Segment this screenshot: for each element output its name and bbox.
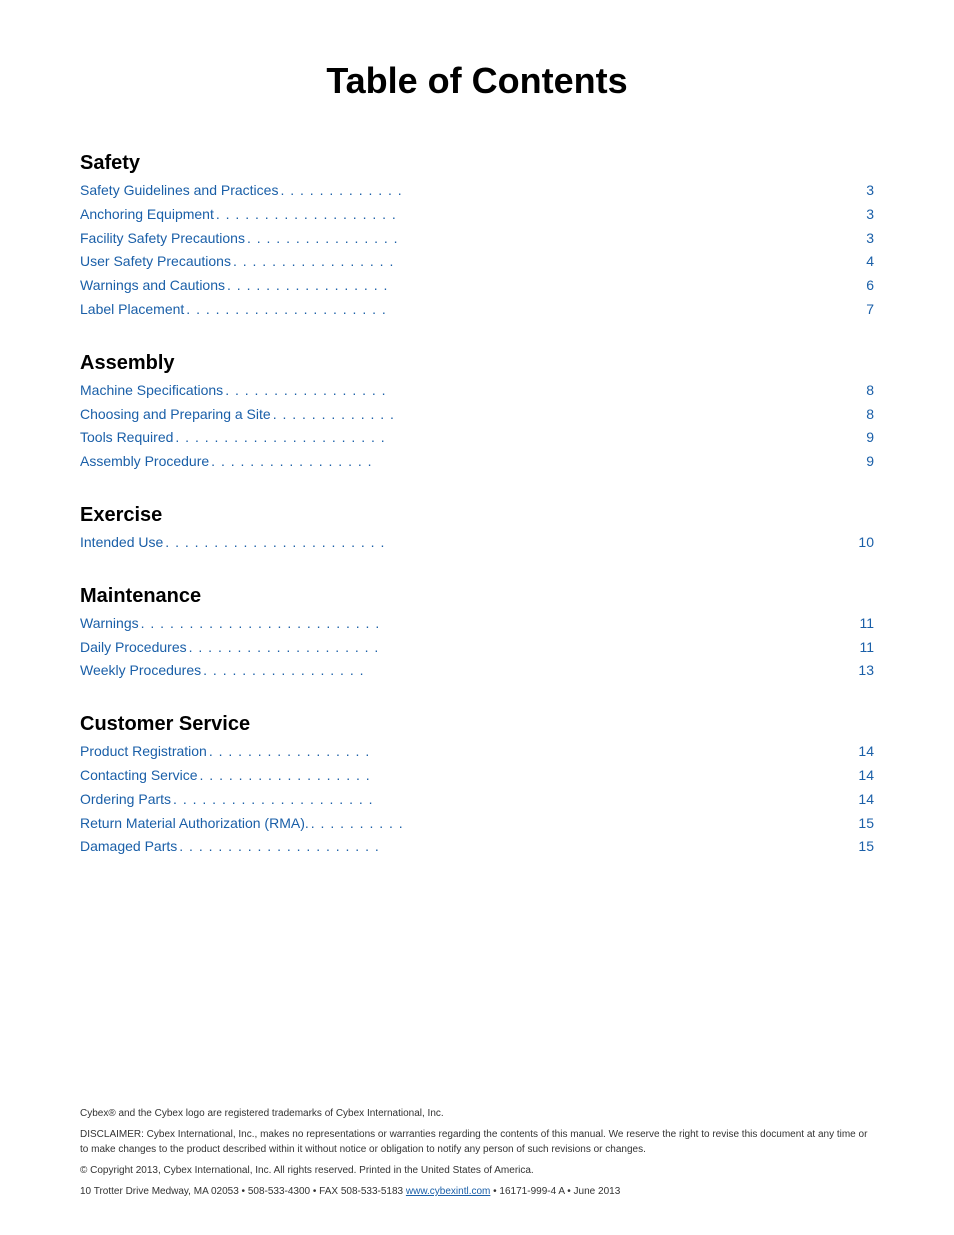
toc-dots: . . . . . . . . . . . . . . . . [247, 227, 864, 251]
footer-disclaimer: DISCLAIMER: Cybex International, Inc., m… [80, 1127, 874, 1157]
toc-page-number: 6 [866, 274, 874, 298]
toc-dots: . . . . . . . . . . . . . . . . . [225, 379, 864, 403]
toc-dots: . . . . . . . . . . . . . . . . . . . . … [179, 835, 856, 859]
footer-copyright: © Copyright 2013, Cybex International, I… [80, 1163, 874, 1178]
footer-address-prefix: 10 Trotter Drive Medway, MA 02053 • 508-… [80, 1186, 406, 1197]
toc-entry-text: Warnings [80, 612, 139, 636]
toc-page-number: 4 [866, 250, 874, 274]
toc-entry[interactable]: Weekly Procedures . . . . . . . . . . . … [80, 659, 874, 683]
toc-entry[interactable]: Product Registration . . . . . . . . . .… [80, 740, 874, 764]
toc-entry[interactable]: Damaged Parts . . . . . . . . . . . . . … [80, 835, 874, 859]
toc-entry[interactable]: Ordering Parts . . . . . . . . . . . . .… [80, 788, 874, 812]
page: Table of Contents Safety Safety Guideline… [0, 0, 954, 1235]
toc-entry-text: Daily Procedures [80, 636, 187, 660]
toc-dots: . . . . . . . . . . . . . . . . . [209, 740, 857, 764]
toc-entry[interactable]: Machine Specifications . . . . . . . . .… [80, 379, 874, 403]
section-maintenance: Maintenance Warnings . . . . . . . . . . … [80, 585, 874, 683]
section-safety: Safety Safety Guidelines and Practices . … [80, 152, 874, 322]
toc-entry-text: Choosing and Preparing a Site [80, 403, 271, 427]
toc-entry-text: Tools Required [80, 426, 173, 450]
toc-page-number: 14 [858, 764, 874, 788]
toc-page-number: 8 [866, 379, 874, 403]
toc-page-number: 11 [859, 636, 874, 660]
toc-entry-text: User Safety Precautions [80, 250, 231, 274]
toc-entry[interactable]: Safety Guidelines and Practices . . . . … [80, 179, 874, 203]
toc-dots: . . . . . . . . . . . . . . . . . [211, 450, 864, 474]
toc-entry-text: Intended Use [80, 531, 163, 555]
section-heading-exercise: Exercise [80, 504, 874, 527]
section-heading-safety: Safety [80, 152, 874, 175]
footer-address: 10 Trotter Drive Medway, MA 02053 • 508-… [80, 1184, 874, 1199]
section-assembly: Assembly Machine Specifications . . . . .… [80, 352, 874, 474]
toc-page-number: 7 [866, 298, 874, 322]
toc-entry[interactable]: Anchoring Equipment . . . . . . . . . . … [80, 203, 874, 227]
section-customer-service: Customer Service Product Registration . .… [80, 713, 874, 859]
toc-entry[interactable]: Return Material Authorization (RMA). . .… [80, 812, 874, 836]
toc-page-number: 15 [858, 812, 874, 836]
toc-page-number: 3 [866, 227, 874, 251]
toc-page-number: 9 [866, 450, 874, 474]
toc-entry[interactable]: Assembly Procedure . . . . . . . . . . .… [80, 450, 874, 474]
toc-entry-text: Weekly Procedures [80, 659, 201, 683]
toc-container: Safety Safety Guidelines and Practices . … [80, 152, 874, 859]
toc-entry[interactable]: User Safety Precautions . . . . . . . . … [80, 250, 874, 274]
toc-page-number: 15 [858, 835, 874, 859]
toc-dots: . . . . . . . . . . . . . [280, 179, 864, 203]
toc-dots: . . . . . . . . . . [311, 812, 857, 836]
toc-entry-text: Safety Guidelines and Practices [80, 179, 278, 203]
section-heading-maintenance: Maintenance [80, 585, 874, 608]
toc-entry-text: Damaged Parts [80, 835, 177, 859]
toc-page-number: 13 [858, 659, 874, 683]
toc-entry[interactable]: Daily Procedures . . . . . . . . . . . .… [80, 636, 874, 660]
toc-page-number: 10 [858, 531, 874, 555]
toc-dots: . . . . . . . . . . . . . . . . . . . [216, 203, 864, 227]
toc-dots: . . . . . . . . . . . . . . . . . . . . … [165, 531, 856, 555]
toc-entry-text: Ordering Parts [80, 788, 171, 812]
toc-entry[interactable]: Warnings and Cautions . . . . . . . . . … [80, 274, 874, 298]
section-heading-customer-service: Customer Service [80, 713, 874, 736]
footer: Cybex® and the Cybex logo are registered… [80, 1106, 874, 1205]
toc-entry-text: Assembly Procedure [80, 450, 209, 474]
toc-dots: . . . . . . . . . . . . . . . . . . [200, 764, 857, 788]
footer-website-link[interactable]: www.cybexintl.com [406, 1186, 490, 1197]
section-exercise: Exercise Intended Use . . . . . . . . . .… [80, 504, 874, 555]
toc-dots: . . . . . . . . . . . . . . . . . [227, 274, 864, 298]
toc-page-number: 11 [859, 612, 874, 636]
toc-dots: . . . . . . . . . . . . . . . . . . . . … [186, 298, 864, 322]
toc-dots: . . . . . . . . . . . . . [273, 403, 865, 427]
toc-entry[interactable]: Contacting Service . . . . . . . . . . .… [80, 764, 874, 788]
toc-page-number: 14 [858, 740, 874, 764]
toc-entry-text: Product Registration [80, 740, 207, 764]
toc-entry[interactable]: Label Placement . . . . . . . . . . . . … [80, 298, 874, 322]
toc-dots: . . . . . . . . . . . . . . . . . [203, 659, 856, 683]
toc-dots: . . . . . . . . . . . . . . . . . . . . … [173, 788, 856, 812]
toc-entry-text: Warnings and Cautions [80, 274, 225, 298]
toc-entry-text: Contacting Service [80, 764, 198, 788]
toc-entry-text: Machine Specifications [80, 379, 223, 403]
toc-entry[interactable]: Intended Use . . . . . . . . . . . . . .… [80, 531, 874, 555]
toc-entry[interactable]: Warnings . . . . . . . . . . . . . . . .… [80, 612, 874, 636]
toc-dots: . . . . . . . . . . . . . . . . . . . . [189, 636, 858, 660]
toc-page-number: 8 [866, 403, 874, 427]
toc-entry-text: Facility Safety Precautions [80, 227, 245, 251]
footer-trademark: Cybex® and the Cybex logo are registered… [80, 1106, 874, 1121]
toc-entry[interactable]: Choosing and Preparing a Site . . . . . … [80, 403, 874, 427]
toc-page-number: 3 [866, 179, 874, 203]
toc-page-number: 14 [858, 788, 874, 812]
toc-entry-text: Return Material Authorization (RMA). [80, 812, 309, 836]
toc-dots: . . . . . . . . . . . . . . . . . . . . … [175, 426, 864, 450]
toc-entry[interactable]: Tools Required . . . . . . . . . . . . .… [80, 426, 874, 450]
toc-entry-text: Anchoring Equipment [80, 203, 214, 227]
toc-dots: . . . . . . . . . . . . . . . . . [233, 250, 864, 274]
toc-page-number: 3 [866, 203, 874, 227]
page-title: Table of Contents [80, 60, 874, 102]
toc-page-number: 9 [866, 426, 874, 450]
toc-dots: . . . . . . . . . . . . . . . . . . . . … [141, 612, 858, 636]
footer-address-suffix: • 16171-999-4 A • June 2013 [490, 1186, 620, 1197]
section-heading-assembly: Assembly [80, 352, 874, 375]
toc-entry-text: Label Placement [80, 298, 184, 322]
toc-entry[interactable]: Facility Safety Precautions . . . . . . … [80, 227, 874, 251]
